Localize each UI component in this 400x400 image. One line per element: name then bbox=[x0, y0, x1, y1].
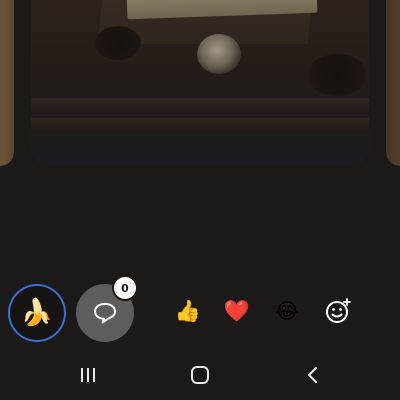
recent-apps-button[interactable] bbox=[73, 362, 103, 388]
next-photo-peek[interactable] bbox=[386, 0, 400, 166]
speech-bubble-icon bbox=[94, 303, 116, 324]
thumbs-up-reaction[interactable]: 👍 bbox=[173, 296, 203, 326]
comment-count-badge: 0 bbox=[114, 277, 136, 299]
photo-plank bbox=[31, 118, 369, 132]
system-navigation-bar bbox=[0, 352, 400, 400]
photo-hole-right bbox=[307, 54, 367, 96]
recent-apps-icon bbox=[81, 368, 95, 382]
home-button[interactable] bbox=[185, 362, 215, 388]
photo-card[interactable] bbox=[31, 0, 369, 166]
back-button[interactable] bbox=[298, 362, 328, 388]
back-icon bbox=[308, 367, 317, 383]
photo-plank bbox=[31, 98, 369, 112]
heart-reaction[interactable]: ❤️ bbox=[222, 296, 252, 326]
home-icon bbox=[191, 366, 209, 384]
banana-reaction-button[interactable]: 🍌 bbox=[8, 284, 66, 342]
thumbs-up-icon: 👍 bbox=[174, 298, 202, 323]
banana-icon: 🍌 bbox=[20, 298, 54, 328]
photo-knob bbox=[197, 34, 241, 74]
add-reaction-icon bbox=[326, 298, 351, 323]
add-reaction-button[interactable] bbox=[323, 296, 353, 326]
previous-photo-peek[interactable] bbox=[0, 0, 14, 166]
photo-hole-left bbox=[95, 26, 141, 60]
screen: 🍌 0 👍 ❤️ 😂 bbox=[0, 0, 400, 400]
laughing-face-icon: 😂 bbox=[274, 298, 300, 323]
laughing-reaction[interactable]: 😂 bbox=[272, 296, 302, 326]
heart-icon: ❤️ bbox=[223, 298, 251, 323]
action-bar: 🍌 0 👍 ❤️ 😂 bbox=[0, 277, 400, 344]
